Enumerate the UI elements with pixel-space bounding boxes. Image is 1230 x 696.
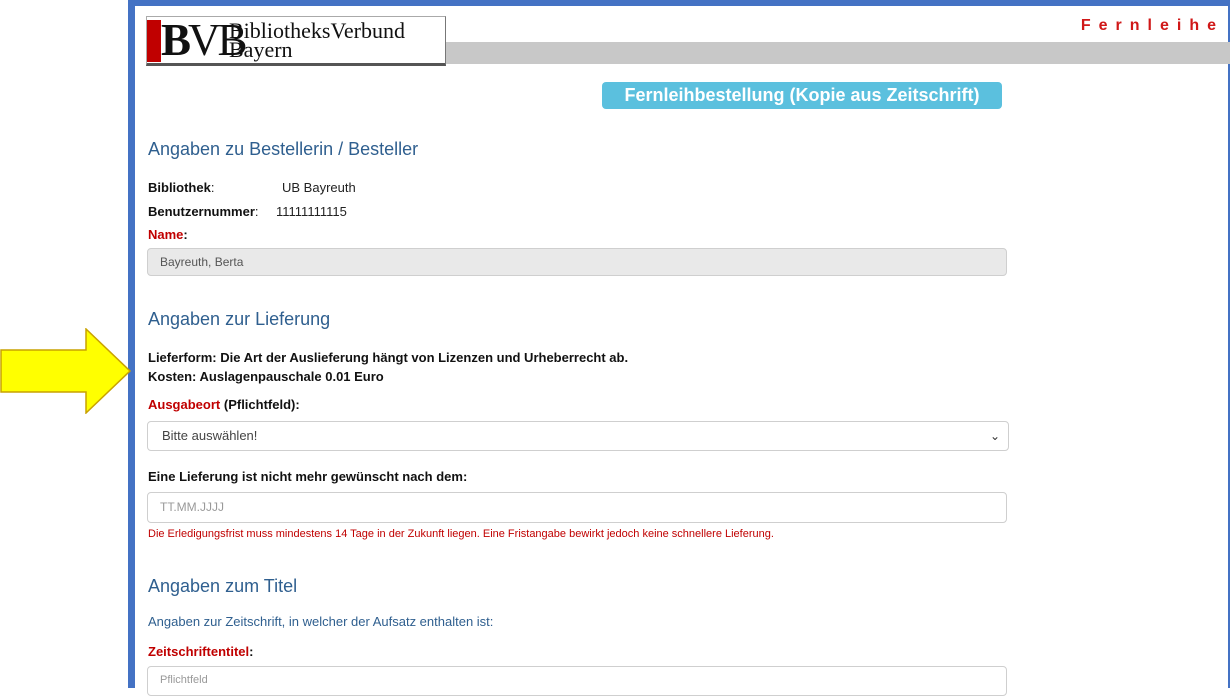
benutzernummer-value: 11111111115 — [276, 204, 347, 219]
zeitschriftentitel-label: Zeitschriftentitel: — [148, 644, 254, 659]
order-type-badge: Fernleihbestellung (Kopie aus Zeitschrif… — [602, 82, 1002, 109]
deadline-date-input[interactable]: TT.MM.JJJJ — [147, 492, 1007, 523]
ausgabeort-select[interactable]: Bitte auswählen! ⌄ — [147, 421, 1009, 451]
logo-red-bar — [147, 20, 161, 62]
ausgabeort-selected-value: Bitte auswählen! — [162, 428, 258, 443]
zeitschrift-info: Angaben zur Zeitschrift, in welcher der … — [148, 614, 494, 629]
name-label: Name: — [148, 227, 188, 242]
kosten-text: Kosten: Auslagenpauschale 0.01 Euro — [148, 369, 384, 384]
name-field[interactable]: Bayreuth, Berta — [147, 248, 1007, 276]
ausgabeort-label: Ausgabeort (Pflichtfeld): — [148, 397, 300, 412]
bibliothek-value: UB Bayreuth — [282, 180, 356, 195]
chevron-down-icon: ⌄ — [989, 429, 1000, 443]
screenshot-frame-top — [128, 0, 1230, 6]
bvb-logo[interactable]: BVB BibliotheksVerbund Bayern — [146, 16, 446, 66]
lieferform-text: Lieferform: Die Art der Auslieferung hän… — [148, 350, 629, 365]
fernleihe-label: Fernleihe — [1080, 17, 1224, 34]
deadline-label: Eine Lieferung ist nicht mehr gewünscht … — [148, 469, 468, 484]
section-heading-titel: Angaben zum Titel — [148, 576, 298, 596]
section-heading-lieferung: Angaben zur Lieferung — [148, 309, 331, 329]
right-arrow-annotation-icon — [0, 328, 132, 414]
zeitschriftentitel-input[interactable]: Pflichtfeld — [147, 666, 1007, 696]
bibliothek-label: Bibliothek: — [148, 180, 215, 195]
benutzernummer-label: Benutzernummer: — [148, 204, 259, 219]
header-band — [445, 42, 1230, 64]
logo-line2: Bayern — [229, 37, 293, 62]
deadline-hint: Die Erledigungsfrist muss mindestens 14 … — [148, 528, 774, 540]
section-heading-besteller: Angaben zu Bestellerin / Besteller — [148, 139, 419, 159]
